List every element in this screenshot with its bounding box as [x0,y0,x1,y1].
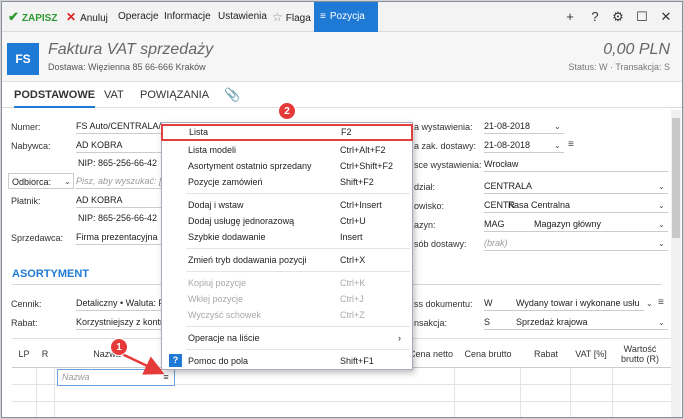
app-window: ✔ ZAPISZ ✕ Anuluj Operacje Informacje Usta… [1,1,683,418]
annotation-badge-2: 2 [278,102,296,120]
annotation-badge-1: 1 [110,338,128,356]
annotation-arrow [121,352,165,375]
